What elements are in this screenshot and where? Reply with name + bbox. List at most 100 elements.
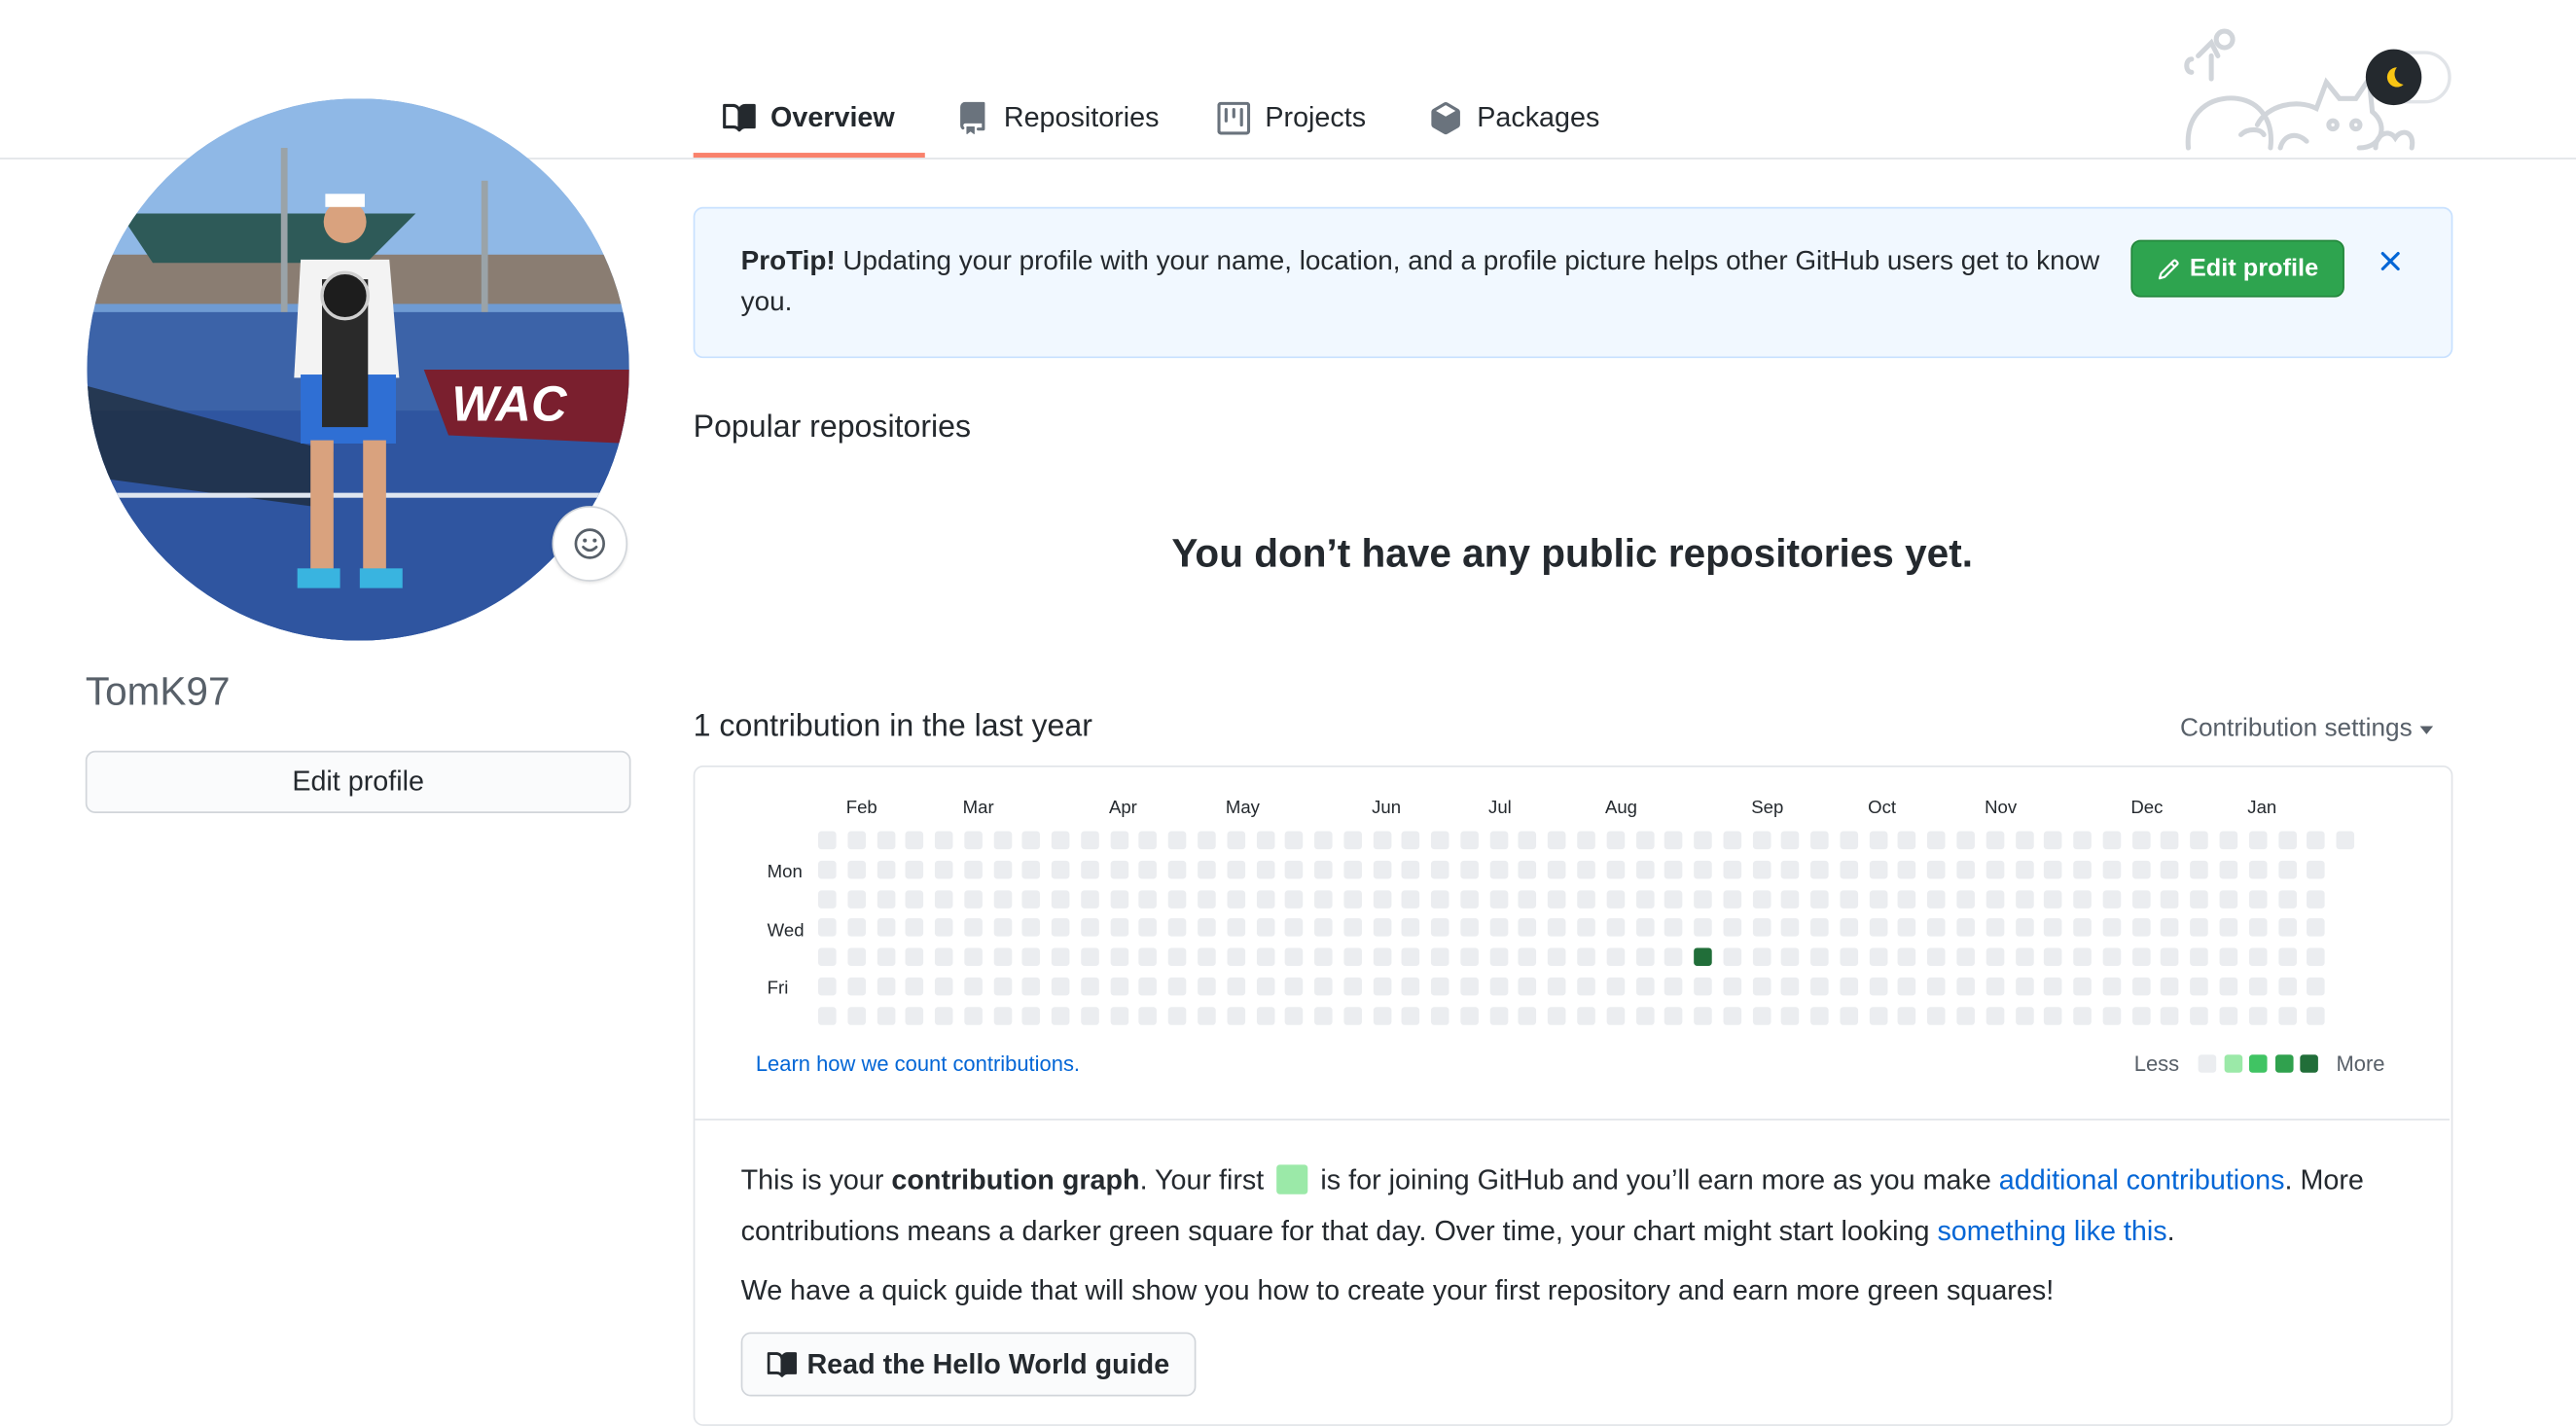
contribution-day[interactable]	[1986, 947, 2004, 967]
contribution-day[interactable]	[1489, 1006, 1508, 1025]
contribution-day[interactable]	[1343, 977, 1362, 996]
contribution-day[interactable]	[1752, 860, 1771, 879]
contribution-day[interactable]	[1168, 860, 1187, 879]
contribution-day[interactable]	[1810, 860, 1829, 879]
contribution-day[interactable]	[1314, 860, 1333, 879]
contribution-day[interactable]	[993, 831, 1012, 850]
close-icon[interactable]	[2374, 245, 2407, 278]
contribution-day[interactable]	[935, 1006, 953, 1025]
contribution-day[interactable]	[1489, 947, 1508, 967]
contribution-day[interactable]	[2219, 918, 2238, 938]
contribution-day[interactable]	[1198, 1006, 1216, 1025]
contribution-day[interactable]	[1694, 889, 1712, 909]
contribution-day[interactable]	[877, 831, 895, 850]
contribution-day[interactable]	[1548, 947, 1566, 967]
contribution-day[interactable]	[1548, 831, 1566, 850]
contribution-day[interactable]	[877, 947, 895, 967]
contribution-day[interactable]	[2102, 831, 2122, 850]
contribution-day[interactable]	[1723, 918, 1741, 938]
contribution-day[interactable]	[2307, 1006, 2326, 1025]
contribution-day[interactable]	[2161, 889, 2180, 909]
contribution-day[interactable]	[818, 889, 837, 909]
contribution-day[interactable]	[1314, 977, 1333, 996]
contribution-day[interactable]	[993, 889, 1012, 909]
contribution-day[interactable]	[1081, 977, 1099, 996]
tab-packages[interactable]: Packages	[1429, 79, 1599, 158]
contribution-day[interactable]	[1110, 831, 1128, 850]
contribution-day[interactable]	[2277, 977, 2297, 996]
contribution-day[interactable]	[2307, 860, 2326, 879]
contribution-day[interactable]	[1927, 831, 1946, 850]
contribution-day[interactable]	[1081, 860, 1099, 879]
contribution-day[interactable]	[993, 918, 1012, 938]
contribution-day[interactable]	[2161, 918, 2180, 938]
contribution-day[interactable]	[847, 947, 866, 967]
contribution-day[interactable]	[1898, 947, 1916, 967]
contribution-day[interactable]	[1752, 977, 1771, 996]
contribution-day[interactable]	[1373, 947, 1391, 967]
contribution-day[interactable]	[2307, 831, 2326, 850]
contribution-day[interactable]	[1373, 889, 1391, 909]
contribution-day[interactable]	[906, 860, 924, 879]
contribution-day[interactable]	[818, 831, 837, 850]
contribution-day[interactable]	[2015, 889, 2033, 909]
hello-world-guide-button[interactable]: Read the Hello World guide	[740, 1332, 1197, 1397]
contribution-day[interactable]	[1285, 831, 1304, 850]
contribution-day[interactable]	[2102, 1006, 2122, 1025]
contribution-day[interactable]	[1460, 918, 1479, 938]
contribution-day[interactable]	[818, 860, 837, 879]
contribution-day[interactable]	[1168, 918, 1187, 938]
contribution-day[interactable]	[1548, 860, 1566, 879]
contribution-day[interactable]	[1635, 831, 1654, 850]
contribution-day[interactable]	[2248, 1006, 2268, 1025]
contribution-day[interactable]	[1840, 831, 1858, 850]
contribution-day[interactable]	[1986, 1006, 2004, 1025]
contribution-day[interactable]	[1840, 860, 1858, 879]
contribution-day[interactable]	[1139, 977, 1158, 996]
contribution-day[interactable]	[1694, 977, 1712, 996]
contribution-day[interactable]	[1110, 889, 1128, 909]
learn-contributions-link[interactable]: Learn how we count contributions.	[756, 1052, 1080, 1076]
contribution-day[interactable]	[1168, 977, 1187, 996]
contribution-day[interactable]	[1577, 860, 1595, 879]
contribution-day[interactable]	[1577, 918, 1595, 938]
contribution-day[interactable]	[1402, 1006, 1420, 1025]
contribution-day[interactable]	[1635, 860, 1654, 879]
contribution-day[interactable]	[1927, 1006, 1946, 1025]
contribution-day[interactable]	[1052, 1006, 1070, 1025]
contribution-day[interactable]	[993, 977, 1012, 996]
contribution-day[interactable]	[1781, 831, 1800, 850]
contribution-day[interactable]	[2190, 889, 2209, 909]
contribution-day[interactable]	[1723, 947, 1741, 967]
contribution-day[interactable]	[2044, 977, 2062, 996]
contribution-day[interactable]	[1314, 831, 1333, 850]
contribution-day[interactable]	[1489, 860, 1508, 879]
contribution-day[interactable]	[2248, 918, 2268, 938]
contribution-day[interactable]	[1781, 889, 1800, 909]
contribution-day[interactable]	[1168, 947, 1187, 967]
contribution-day[interactable]	[1198, 889, 1216, 909]
contribution-day[interactable]	[1168, 1006, 1187, 1025]
contribution-day[interactable]	[1781, 918, 1800, 938]
contribution-day[interactable]	[1956, 977, 1975, 996]
contribution-day[interactable]	[2190, 947, 2209, 967]
contribution-day[interactable]	[1343, 1006, 1362, 1025]
contribution-day[interactable]	[2073, 947, 2093, 967]
contribution-day[interactable]	[2161, 977, 2180, 996]
contribution-day[interactable]	[1139, 860, 1158, 879]
contribution-day[interactable]	[2307, 918, 2326, 938]
contribution-day[interactable]	[1577, 1006, 1595, 1025]
contribution-day[interactable]	[2248, 889, 2268, 909]
contribution-day[interactable]	[1723, 889, 1741, 909]
contribution-day[interactable]	[964, 918, 983, 938]
contribution-day[interactable]	[1022, 947, 1041, 967]
contribution-day[interactable]	[1198, 918, 1216, 938]
contribution-day[interactable]	[1431, 889, 1449, 909]
contribution-day[interactable]	[2277, 831, 2297, 850]
contribution-day[interactable]	[964, 889, 983, 909]
contribution-day[interactable]	[2015, 1006, 2033, 1025]
contribution-day[interactable]	[1986, 977, 2004, 996]
contribution-day[interactable]	[1081, 831, 1099, 850]
contribution-day[interactable]	[2190, 1006, 2209, 1025]
contribution-day[interactable]	[818, 918, 837, 938]
